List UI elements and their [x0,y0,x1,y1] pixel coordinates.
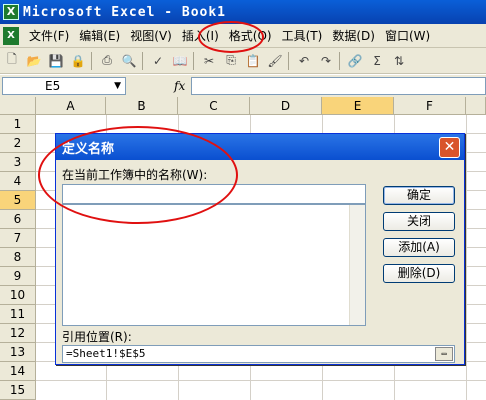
row-header[interactable]: 10 [0,286,36,305]
menu-window[interactable]: 窗口(W) [385,27,430,44]
grid-line [466,115,467,400]
column-header-active[interactable]: E [322,97,394,115]
row-header[interactable]: 8 [0,248,36,267]
redo-icon[interactable]: ↷ [316,51,336,71]
row-header[interactable]: 14 [0,362,36,381]
menu-file[interactable]: 文件(F) [29,27,69,44]
undo-icon[interactable]: ↶ [294,51,314,71]
row-header[interactable]: 4 [0,172,36,191]
print-preview-icon[interactable]: 🔍 [119,51,139,71]
names-list-scrollbar[interactable] [349,205,365,325]
row-header[interactable]: 1 [0,115,36,134]
column-header[interactable]: C [178,97,250,115]
refers-to-label: 引用位置(R): [62,330,132,344]
row-header-active[interactable]: 5 [0,191,36,210]
grid-line [36,380,486,381]
spelling-icon[interactable]: ✓ [148,51,168,71]
toolbar-separator [91,51,92,70]
fx-icon[interactable]: fx [174,79,185,93]
sort-icon[interactable]: ⇅ [389,51,409,71]
close-button[interactable]: 关闭 [383,212,455,231]
excel-doc-icon[interactable]: X [3,26,19,45]
print-icon[interactable]: ⎙ [97,51,117,71]
column-header[interactable]: D [250,97,322,115]
copy-icon[interactable]: ⎘ [221,51,241,71]
cut-icon[interactable]: ✂ [199,51,219,71]
row-header[interactable]: 15 [0,381,36,400]
save-icon[interactable]: 💾 [46,51,66,71]
toolbar-separator [142,51,143,70]
permission-icon[interactable]: 🔒 [68,51,88,71]
menu-view[interactable]: 视图(V) [130,27,172,44]
chevron-down-icon[interactable]: ▼ [114,78,121,94]
hyperlink-icon[interactable]: 🔗 [345,51,365,71]
ok-button[interactable]: 确定 [383,186,455,205]
annotation-circle-insert-menu [198,21,264,53]
row-header[interactable]: 7 [0,229,36,248]
toolbar-separator [288,51,289,70]
delete-button[interactable]: 删除(D) [383,264,455,283]
column-header[interactable]: B [106,97,178,115]
open-icon[interactable]: 📂 [24,51,44,71]
annotation-circle-dialog-title [38,126,238,224]
row-header[interactable]: 9 [0,267,36,286]
column-header[interactable]: F [394,97,466,115]
row-header[interactable]: 13 [0,343,36,362]
row-header[interactable]: 3 [0,153,36,172]
formula-input[interactable] [191,77,486,95]
new-icon[interactable]: 🗋 [2,51,22,71]
row-header[interactable]: 2 [0,134,36,153]
window-title: Microsoft Excel - Book1 [23,4,227,20]
name-box-value: E5 [45,79,61,93]
formula-bar: E5 ▼ fx [0,75,486,97]
menu-data[interactable]: 数据(D) [332,27,375,44]
row-header[interactable]: 6 [0,210,36,229]
toolbar-separator [193,51,194,70]
close-icon[interactable]: ✕ [439,136,460,158]
row-header[interactable]: 12 [0,324,36,343]
column-header[interactable] [466,97,486,115]
autosum-icon[interactable]: Σ [367,51,387,71]
refers-to-value: =Sheet1!$E$5 [66,347,146,360]
add-button[interactable]: 添加(A) [383,238,455,257]
research-icon[interactable]: 📖 [170,51,190,71]
row-header[interactable]: 11 [0,305,36,324]
excel-icon[interactable]: X [3,4,19,20]
refers-to-input[interactable]: =Sheet1!$E$5 ▭ [62,345,455,363]
names-list[interactable] [62,204,366,326]
toolbar-separator [339,51,340,70]
name-box[interactable]: E5 ▼ [2,77,126,95]
column-header[interactable]: A [36,97,106,115]
title-bar: X Microsoft Excel - Book1 [0,0,486,24]
collapse-dialog-icon[interactable]: ▭ [435,347,453,361]
menu-edit[interactable]: 编辑(E) [79,27,120,44]
menu-tools[interactable]: 工具(T) [282,27,323,44]
select-all-corner[interactable] [0,97,36,115]
format-painter-icon[interactable]: 🖌 [265,51,285,71]
paste-icon[interactable]: 📋 [243,51,263,71]
